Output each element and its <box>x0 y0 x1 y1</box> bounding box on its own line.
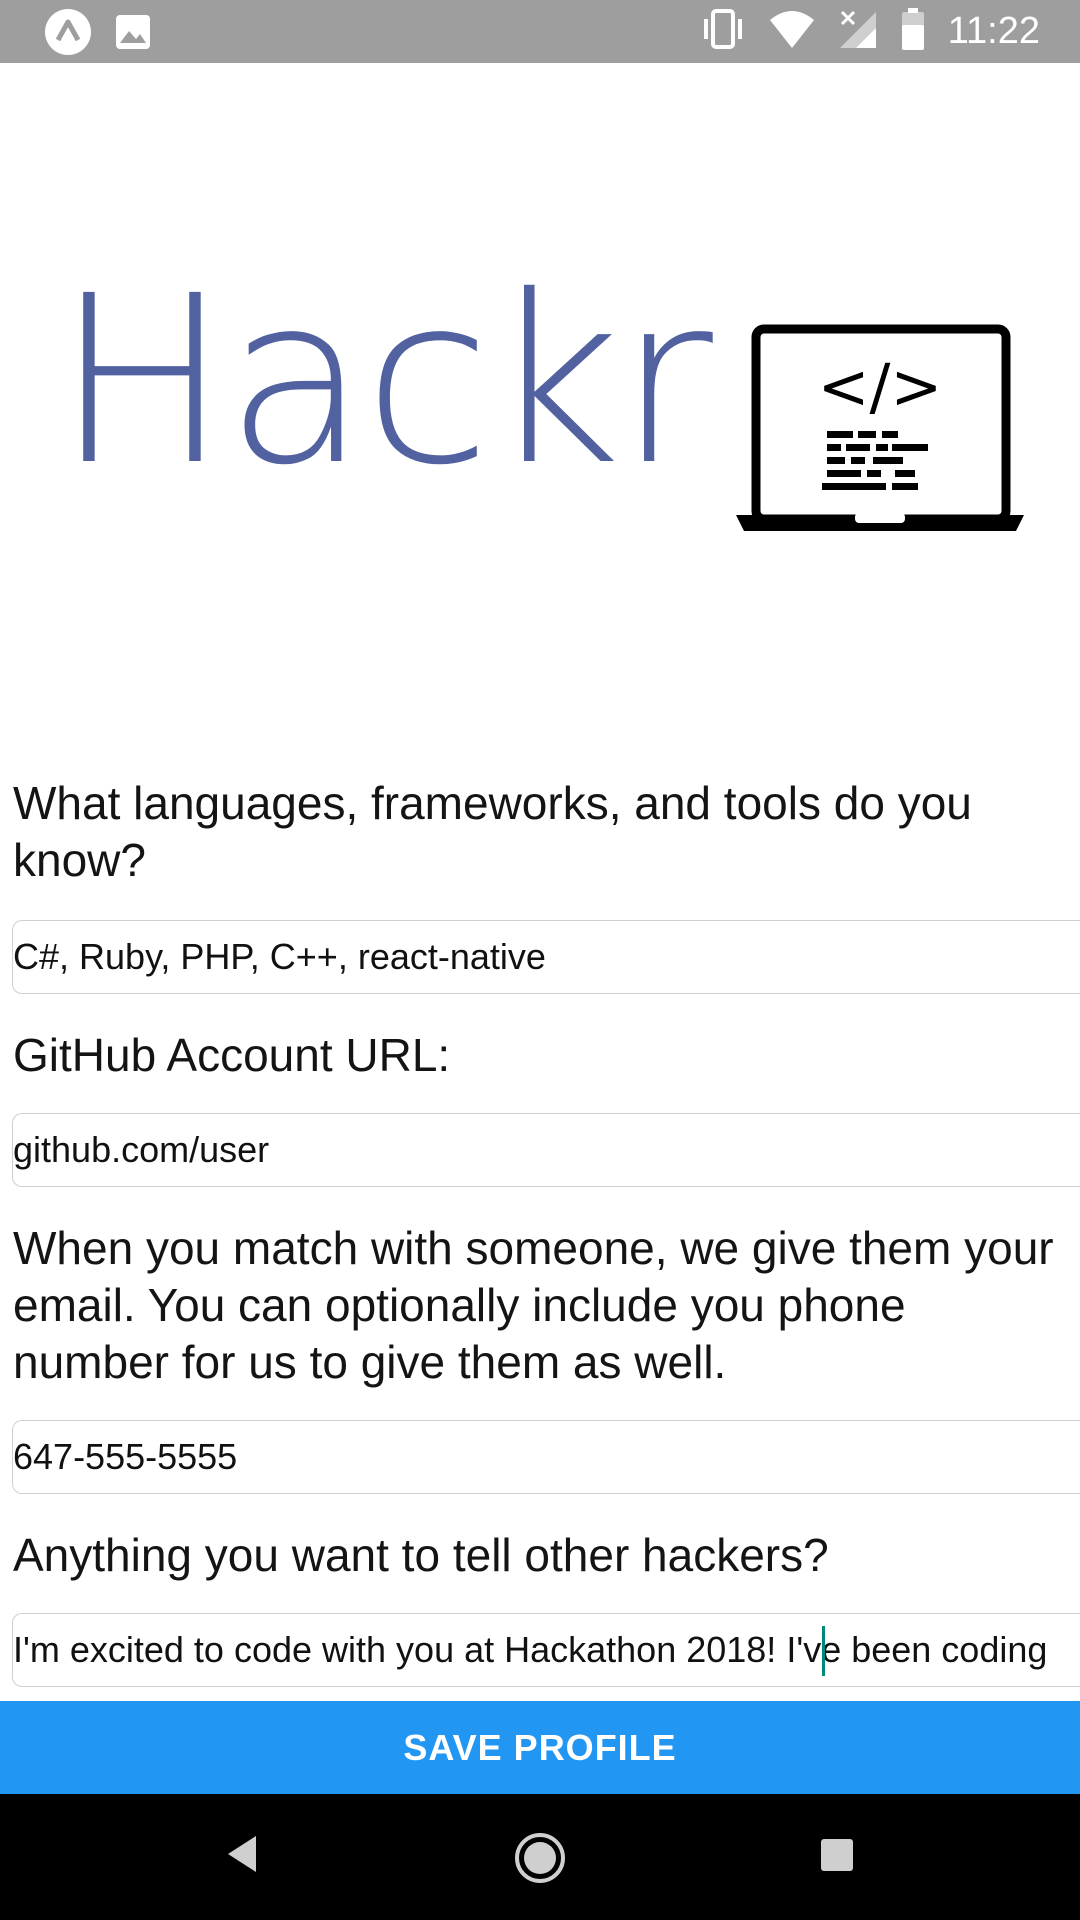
phone-label: When you match with someone, we give the… <box>13 1222 1054 1388</box>
github-field[interactable] <box>12 1113 1080 1187</box>
status-time: 11:22 <box>947 10 1040 52</box>
wifi-icon <box>768 8 816 55</box>
expo-icon <box>44 8 92 61</box>
text-cursor <box>822 1626 825 1676</box>
home-icon[interactable] <box>514 1832 566 1889</box>
recents-icon[interactable] <box>817 1835 857 1880</box>
battery-icon <box>900 7 926 56</box>
about-input[interactable] <box>13 1614 1080 1686</box>
vibrate-icon <box>700 6 746 57</box>
image-icon <box>114 13 152 56</box>
languages-label: What languages, frameworks, and tools do… <box>13 777 972 886</box>
logo-text: Hackr <box>55 246 713 516</box>
save-profile-button[interactable]: SAVE PROFILE <box>0 1701 1080 1794</box>
languages-input[interactable] <box>13 921 1080 993</box>
github-url-input[interactable] <box>13 1114 1080 1186</box>
laptop-code-text: </> <box>818 350 943 423</box>
hackr-logo: Hackr </> <box>55 265 1035 535</box>
laptop-code-icon: </> <box>736 324 1024 531</box>
phone-field[interactable] <box>12 1420 1080 1494</box>
status-bar: 11:22 <box>0 0 1080 63</box>
about-field[interactable] <box>12 1613 1080 1687</box>
screen: 11:22 Hackr </> What languages, framewor… <box>0 0 1080 1920</box>
phone-input[interactable] <box>13 1421 1080 1493</box>
navigation-bar <box>0 1794 1080 1920</box>
languages-field[interactable] <box>12 920 1080 994</box>
github-label: GitHub Account URL: <box>13 1029 451 1081</box>
signal-off-icon <box>838 8 878 55</box>
back-icon[interactable] <box>222 1824 262 1889</box>
about-label: Anything you want to tell other hackers? <box>13 1529 829 1581</box>
